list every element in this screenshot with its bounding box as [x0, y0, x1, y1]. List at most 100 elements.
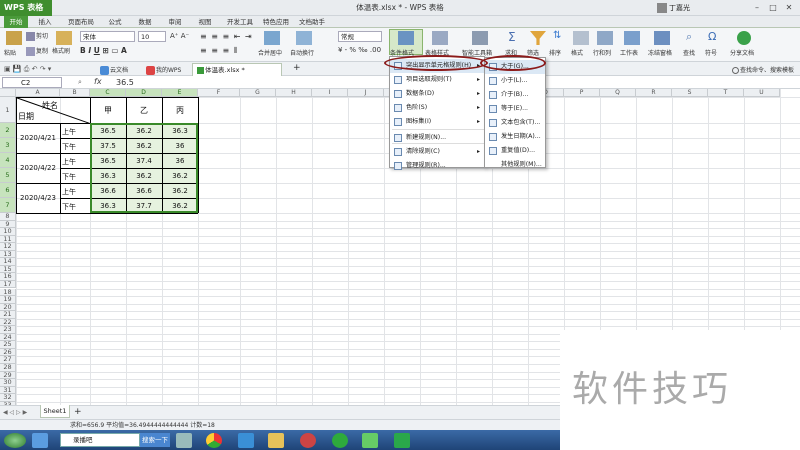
column-header-A[interactable]: A: [16, 89, 60, 97]
row-header-2[interactable]: 2: [0, 123, 16, 138]
cell-date[interactable]: 2020/4/23: [16, 194, 60, 202]
row-header-5[interactable]: 5: [0, 168, 16, 183]
cell-period[interactable]: 上午: [62, 157, 76, 167]
column-header-I[interactable]: I: [312, 89, 348, 97]
font-size-select[interactable]: 10: [138, 31, 166, 42]
tab-view[interactable]: 视图: [194, 16, 216, 28]
column-header-G[interactable]: G: [240, 89, 276, 97]
fx-label[interactable]: fx: [94, 77, 102, 86]
submenu-item-1[interactable]: 小于(L)...: [485, 74, 545, 88]
align-top-icons[interactable]: ≡ ≡ ≡ ⇤ ⇥: [200, 32, 253, 41]
row-header-1[interactable]: 1: [0, 97, 16, 123]
cell-period[interactable]: 下午: [62, 142, 76, 152]
paste-icon[interactable]: [6, 31, 22, 45]
tab-features[interactable]: 特色应用: [260, 16, 292, 28]
font-grow-icon[interactable]: A⁺ A⁻: [170, 32, 189, 40]
rows-columns-button[interactable]: 行和列: [593, 48, 611, 57]
format-button[interactable]: 格式: [571, 48, 583, 57]
start-button-icon[interactable]: [4, 433, 26, 448]
new-tab-button[interactable]: +: [293, 63, 301, 73]
menu-item-6[interactable]: 清除规则(C) ▸: [390, 145, 484, 159]
sheet-nav-arrows[interactable]: ◀ ◁ ▷ ▶: [3, 409, 27, 416]
document-tab[interactable]: 体温表.xlsx *: [192, 63, 282, 76]
column-header-P[interactable]: P: [564, 89, 600, 97]
cell-period[interactable]: 下午: [62, 172, 76, 182]
cloud-doc-tab[interactable]: 云文档: [100, 65, 128, 75]
bold-italic-underline[interactable]: B I U ⊞ ▭ A: [80, 46, 127, 55]
font-family-select[interactable]: 宋体: [80, 31, 135, 42]
sheet-tab-sheet1[interactable]: Sheet1: [40, 405, 70, 418]
cell-date[interactable]: 2020/4/22: [16, 164, 60, 172]
column-header-T[interactable]: T: [708, 89, 744, 97]
app-icon-2[interactable]: [300, 433, 316, 448]
column-header-B[interactable]: B: [60, 89, 90, 97]
tab-developer[interactable]: 开发工具: [224, 16, 256, 28]
number-format-icons[interactable]: ¥ - % ‰ .00: [338, 46, 381, 54]
my-wps-tab[interactable]: 我的WPS: [146, 65, 181, 75]
submenu-item-2[interactable]: 介于(B)...: [485, 88, 545, 102]
column-header-F[interactable]: F: [198, 89, 240, 97]
row-header-7[interactable]: 7: [0, 198, 16, 213]
search-command[interactable]: 查找命令、搜索模板: [732, 65, 794, 74]
tab-formula[interactable]: 公式: [104, 16, 126, 28]
select-all-corner[interactable]: [0, 89, 16, 97]
app-icon-1[interactable]: [176, 433, 192, 448]
add-sheet-button[interactable]: +: [74, 407, 82, 417]
column-header-C[interactable]: C: [90, 89, 126, 97]
browser-icon[interactable]: [332, 433, 348, 448]
row-header-4[interactable]: 4: [0, 153, 16, 168]
menu-item-7[interactable]: 管理规则(R)...: [390, 159, 484, 173]
tab-data[interactable]: 数据: [134, 16, 156, 28]
worksheet-button[interactable]: 工作表: [620, 48, 638, 57]
find-button[interactable]: 查找: [683, 48, 695, 57]
user-account[interactable]: 丁嘉光: [657, 2, 690, 14]
close-icon[interactable]: ✕: [782, 2, 796, 14]
row-header-3[interactable]: 3: [0, 138, 16, 153]
row-header-6[interactable]: 6: [0, 183, 16, 198]
submenu-item-5[interactable]: 发生日期(A)...: [485, 130, 545, 144]
share-doc-button[interactable]: 分享文档: [730, 48, 754, 57]
column-header-J[interactable]: J: [348, 89, 384, 97]
chrome-icon[interactable]: [206, 433, 222, 448]
column-header-S[interactable]: S: [672, 89, 708, 97]
menu-item-3[interactable]: 色阶(S) ▸: [390, 101, 484, 115]
menu-item-2[interactable]: 数据条(D) ▸: [390, 87, 484, 101]
desktop-icon[interactable]: [32, 433, 48, 448]
taskbar-search-button[interactable]: 搜索一下: [140, 433, 170, 447]
column-header-R[interactable]: R: [636, 89, 672, 97]
formula-buttons[interactable]: ⌕: [78, 78, 82, 87]
paste-button[interactable]: 粘贴: [4, 48, 16, 57]
cell-period[interactable]: 下午: [62, 202, 76, 212]
align-horizontal-icons[interactable]: ≡ ≡ ≡ ⫴: [200, 46, 238, 56]
cell-period[interactable]: 上午: [62, 127, 76, 137]
formula-input[interactable]: 36.5: [116, 78, 134, 87]
column-header-E[interactable]: E: [162, 89, 198, 97]
wrap-text-button[interactable]: 自动换行: [290, 48, 314, 57]
wps-sheet-icon[interactable]: [394, 433, 410, 448]
tab-doc-assistant[interactable]: 文档助手: [296, 16, 328, 28]
cell-period[interactable]: 上午: [62, 187, 76, 197]
tab-home[interactable]: 开始: [4, 16, 28, 28]
minimize-icon[interactable]: –: [750, 2, 764, 14]
wps-writer-icon[interactable]: [238, 433, 254, 448]
maximize-icon[interactable]: □: [766, 2, 780, 14]
column-header-D[interactable]: D: [126, 89, 162, 97]
submenu-item-6[interactable]: 重复值(D)...: [485, 144, 545, 158]
cut-button[interactable]: 剪切: [26, 31, 48, 41]
tab-insert[interactable]: 插入: [34, 16, 56, 28]
symbol-button[interactable]: 符号: [705, 48, 717, 57]
tab-layout[interactable]: 页面布局: [64, 16, 98, 28]
format-painter-button[interactable]: 格式刷: [52, 46, 70, 55]
number-format-select[interactable]: 常规: [338, 31, 382, 42]
menu-item-1[interactable]: 项目选取规则(T) ▸: [390, 73, 484, 87]
taskbar-search-input[interactable]: 录播吧: [60, 433, 140, 447]
quick-access-icons[interactable]: ▣ 💾 ⎙ ↶ ↷ ▾: [4, 65, 51, 74]
freeze-panes-button[interactable]: 冻结窗格: [648, 48, 672, 57]
submenu-item-4[interactable]: 文本包含(T)...: [485, 116, 545, 130]
merge-center-button[interactable]: 合并居中: [258, 48, 282, 57]
submenu-item-7[interactable]: 其他规则(M)...: [485, 158, 545, 172]
copy-button[interactable]: 复制: [26, 46, 48, 56]
wechat-icon[interactable]: [362, 433, 378, 448]
name-box[interactable]: C2: [2, 77, 62, 88]
menu-item-4[interactable]: 图标集(I) ▸: [390, 115, 484, 129]
